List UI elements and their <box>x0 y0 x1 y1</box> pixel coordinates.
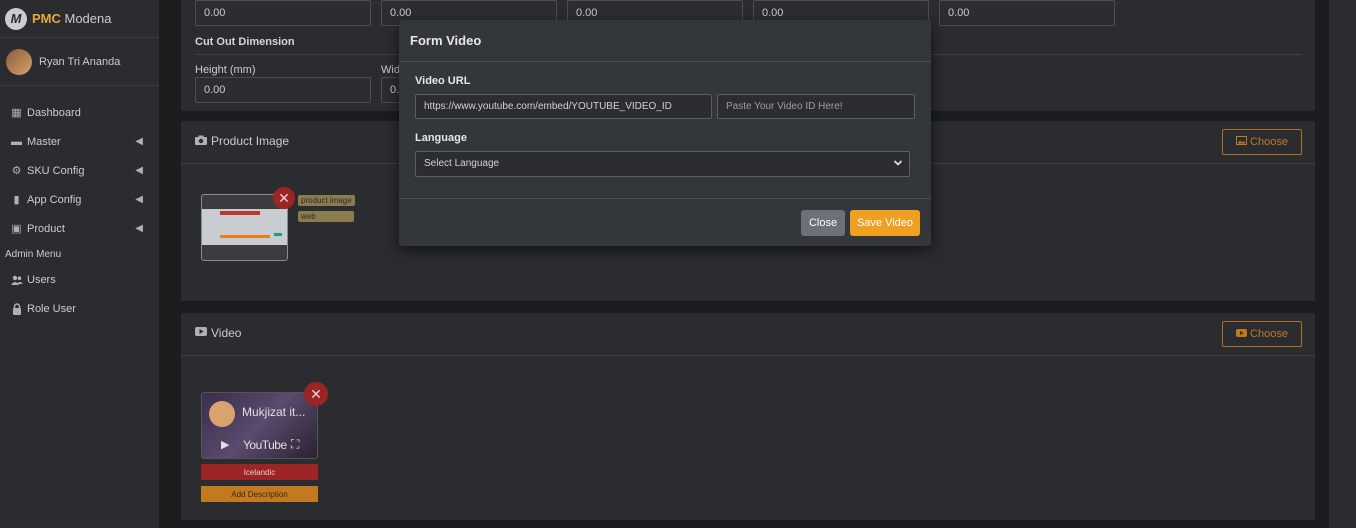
image-tag-product-image: product image <box>298 195 355 206</box>
form-video-modal: Form Video Video URL https://www.youtube… <box>399 20 931 246</box>
chevron-left-icon: ◀ <box>135 223 143 234</box>
sidebar-item-label: Product <box>27 222 65 235</box>
video-title: Video <box>195 326 241 340</box>
cut-out-dimension-title: Cut Out Dimension <box>195 36 295 48</box>
fullscreen-icon[interactable]: ⛶ <box>291 437 299 452</box>
choose-image-label: Choose <box>1250 136 1288 148</box>
thumbnail-preview-bar <box>220 235 270 238</box>
brand-name-rest: Modena <box>60 11 112 26</box>
choose-image-button[interactable]: Choose <box>1222 129 1302 155</box>
brand-name: PMC Modena <box>32 11 111 26</box>
video-thumb-brand: YouTube <box>243 438 287 452</box>
thumbnail-preview-bar <box>274 233 282 236</box>
dashboard-icon: ▦ <box>11 107 22 119</box>
video-language-badge[interactable]: Icelandic <box>201 464 318 480</box>
video-url-input[interactable]: https://www.youtube.com/embed/YOUTUBE_VI… <box>415 94 712 119</box>
language-label: Language <box>415 132 467 144</box>
chevron-left-icon: ◀ <box>135 194 143 205</box>
thumbnail-preview-bar <box>220 211 260 215</box>
video-panel: Video Choose Mukjizat it... ▶ YouTube ⛶ … <box>181 313 1315 520</box>
chevron-left-icon: ◀ <box>135 136 143 147</box>
video-thumbnail[interactable]: Mukjizat it... ▶ YouTube ⛶ <box>201 392 318 459</box>
avatar <box>6 48 32 75</box>
modal-title: Form Video <box>399 20 931 62</box>
user-panel[interactable]: Ryan Tri Ananda <box>0 38 159 86</box>
remove-video-button[interactable]: ✕ <box>304 382 328 406</box>
youtube-icon <box>1236 328 1248 340</box>
height-label: Height (mm) <box>195 64 256 76</box>
mobile-icon: ▮ <box>13 194 20 206</box>
camera-icon <box>195 135 207 148</box>
sidebar-item-label: Dashboard <box>27 106 81 119</box>
database-icon: ▬ <box>11 135 22 148</box>
sidebar-item-product[interactable]: ▣ Product ◀ <box>0 214 159 243</box>
sidebar-item-label: Role User <box>27 302 76 315</box>
sidebar-item-master[interactable]: ▬ Master ◀ <box>0 127 159 156</box>
video-url-label: Video URL <box>415 75 471 87</box>
briefcase-icon: ▣ <box>11 223 22 235</box>
sidebar-item-dashboard[interactable]: ▦ Dashboard <box>0 98 159 127</box>
dimension-field-1[interactable]: 0.00 <box>195 0 371 26</box>
sidebar-nav: ▦ Dashboard ▬ Master ◀ ⚙ SKU Config ◀ ▮ … <box>0 98 159 323</box>
scroll-track <box>1329 0 1356 528</box>
width-label: Wid <box>381 64 400 76</box>
choose-video-button[interactable]: Choose <box>1222 321 1302 347</box>
sidebar-item-role-user[interactable]: Role User <box>0 294 159 323</box>
dimension-field-5[interactable]: 0.00 <box>939 0 1115 26</box>
product-image-title: Product Image <box>195 134 289 148</box>
language-select[interactable]: Select Language <box>415 151 910 177</box>
brand[interactable]: M PMC Modena <box>0 0 159 38</box>
image-icon <box>1236 136 1248 148</box>
product-image-title-text: Product Image <box>211 134 290 148</box>
user-name: Ryan Tri Ananda <box>39 55 121 68</box>
brand-name-bold: PMC <box>32 11 61 26</box>
add-description-button[interactable]: Add Description <box>201 486 318 502</box>
chevron-down-icon <box>893 158 903 171</box>
sidebar-item-label: Users <box>27 273 56 286</box>
lock-icon <box>10 302 23 315</box>
sidebar: M PMC Modena Ryan Tri Ananda ▦ Dashboard… <box>0 0 159 528</box>
sidebar-item-label: Master <box>27 135 61 148</box>
height-field[interactable]: 0.00 <box>195 77 371 103</box>
language-select-value: Select Language <box>424 158 500 169</box>
chevron-left-icon: ◀ <box>135 165 143 176</box>
image-tag-web: web <box>298 211 354 222</box>
video-title-text: Video <box>211 326 242 340</box>
admin-menu-header: Admin Menu <box>5 248 62 260</box>
remove-image-button[interactable]: ✕ <box>273 187 295 209</box>
sidebar-item-app-config[interactable]: ▮ App Config ◀ <box>0 185 159 214</box>
brand-logo-icon: M <box>5 7 27 30</box>
play-icon[interactable]: ▶ <box>221 438 229 451</box>
video-id-input[interactable]: Paste Your Video ID Here! <box>717 94 915 119</box>
divider <box>181 355 1315 356</box>
youtube-icon <box>195 327 207 339</box>
sidebar-item-label: App Config <box>27 193 82 206</box>
choose-video-label: Choose <box>1250 328 1288 340</box>
modal-footer-divider <box>399 198 931 199</box>
gear-icon: ⚙ <box>11 165 22 177</box>
users-icon <box>10 274 23 286</box>
sidebar-item-sku-config[interactable]: ⚙ SKU Config ◀ <box>0 156 159 185</box>
save-video-button[interactable]: Save Video <box>850 210 920 236</box>
sidebar-item-users[interactable]: Users <box>0 265 159 294</box>
close-button[interactable]: Close <box>801 210 845 236</box>
video-thumb-title: Mukjizat it... <box>242 405 306 419</box>
sidebar-item-label: SKU Config <box>27 164 85 177</box>
channel-avatar <box>209 401 235 427</box>
